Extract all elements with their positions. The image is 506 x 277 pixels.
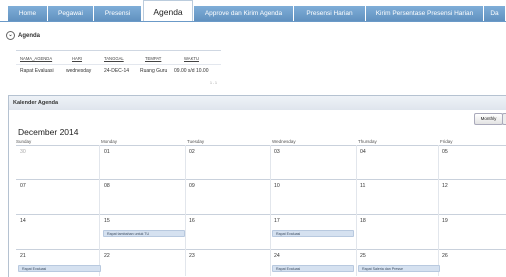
col-waktu[interactable]: WAKTU (184, 56, 199, 61)
tab-approve-kirim-agenda[interactable]: Approve dan Kirim Agenda (194, 6, 294, 22)
weekday-wednesday: Wednesday (272, 139, 296, 144)
day-cell[interactable]: 22 (104, 253, 110, 259)
week-row-line (16, 145, 506, 146)
tab-da[interactable]: Da (484, 6, 506, 22)
tab-kirim-persentase[interactable]: Kirim Persentase Presensi Harian (366, 6, 484, 22)
tab-pegawai[interactable]: Pegawai (48, 6, 94, 22)
pagination-text: 1 - 1 (209, 81, 217, 85)
calendar-event[interactable]: Rapat Saleria dan Presse (358, 265, 440, 272)
tab-agenda[interactable]: Agenda (143, 0, 193, 22)
month-title: December 2014 (18, 127, 79, 137)
weekday-tuesday: Tuesday (187, 139, 205, 144)
cell-waktu: 09.00 s/d 10.00 (174, 68, 209, 74)
day-cell[interactable]: 10 (274, 183, 280, 189)
week-row-line (16, 249, 506, 250)
day-cell[interactable]: 23 (189, 253, 195, 259)
day-cell[interactable]: 24 (274, 253, 280, 259)
day-cell[interactable]: 07 (20, 183, 26, 189)
cell-nama-agenda: Rapat Evaluasi (20, 68, 54, 74)
column-divider (185, 145, 186, 276)
day-cell[interactable]: 03 (274, 149, 280, 155)
day-cell[interactable]: 14 (20, 218, 26, 224)
header-divider (16, 64, 221, 65)
day-cell[interactable]: 18 (360, 218, 366, 224)
tab-underline (0, 21, 506, 22)
col-nama-agenda[interactable]: NAMA_AGENDA (20, 56, 52, 61)
weekday-thursday: Thursday (358, 139, 377, 144)
day-cell[interactable]: 02 (189, 149, 195, 155)
cell-hari: wednesday (66, 68, 92, 74)
weekday-monday: Monday (101, 139, 118, 144)
top-tab-bar: Home Pegawai Presensi Agenda Approve dan… (0, 0, 506, 22)
weekday-friday: Friday (440, 139, 453, 144)
col-tanggal[interactable]: TANGGAL (104, 56, 124, 61)
agenda-table: NAMA_AGENDA HARI TANGGAL TEMPAT WAKTU Ra… (16, 50, 221, 89)
calendar-event[interactable]: Rapat Evaluasi (272, 230, 354, 237)
week-row-line (16, 179, 506, 180)
weekday-sunday: Sunday (16, 139, 32, 144)
column-divider (356, 145, 357, 276)
column-divider (438, 145, 439, 276)
day-cell[interactable]: 17 (274, 218, 280, 224)
calendar-event[interactable]: Rapat Evaluasi (272, 265, 354, 272)
day-cell[interactable]: 04 (360, 149, 366, 155)
calendar-event[interactable]: Rapat Evaluasi (18, 265, 101, 272)
cell-tanggal: 24-DEC-14 (104, 68, 130, 74)
day-cell[interactable]: 01 (104, 149, 110, 155)
day-cell[interactable]: 05 (442, 149, 448, 155)
day-cell[interactable]: 15 (104, 218, 110, 224)
column-divider (270, 145, 271, 276)
cell-tempat: Ruang Guru (140, 68, 168, 74)
day-cell[interactable]: 16 (189, 218, 195, 224)
tab-presensi-harian[interactable]: Presensi Harian (294, 6, 366, 22)
tab-home[interactable]: Home (8, 6, 48, 22)
day-cell[interactable]: 30 (20, 149, 26, 155)
day-cell[interactable]: 19 (442, 218, 448, 224)
monthly-view-button[interactable]: Monthly (474, 113, 503, 125)
day-cell[interactable]: 21 (20, 253, 26, 259)
chevron-down-icon[interactable]: ⌄ (6, 31, 15, 40)
week-row-line (16, 214, 506, 215)
day-cell[interactable]: 12 (442, 183, 448, 189)
day-cell[interactable]: 26 (442, 253, 448, 259)
calendar-event[interactable]: Rapat tambahan untuk TU (103, 230, 185, 237)
col-tempat[interactable]: TEMPAT (145, 56, 161, 61)
day-cell[interactable]: 11 (360, 183, 365, 189)
calendar-panel-title: Kalender Agenda (9, 96, 506, 110)
view-toggle-button[interactable] (502, 113, 506, 125)
day-cell[interactable]: 25 (360, 253, 366, 259)
agenda-heading: Agenda (18, 33, 41, 40)
day-cell[interactable]: 09 (189, 183, 195, 189)
day-cell[interactable]: 08 (104, 183, 110, 189)
tab-presensi[interactable]: Presensi (94, 6, 142, 22)
agenda-section-header[interactable]: ⌄ Agenda (6, 31, 40, 40)
column-divider (99, 145, 100, 276)
col-hari[interactable]: HARI (72, 56, 82, 61)
